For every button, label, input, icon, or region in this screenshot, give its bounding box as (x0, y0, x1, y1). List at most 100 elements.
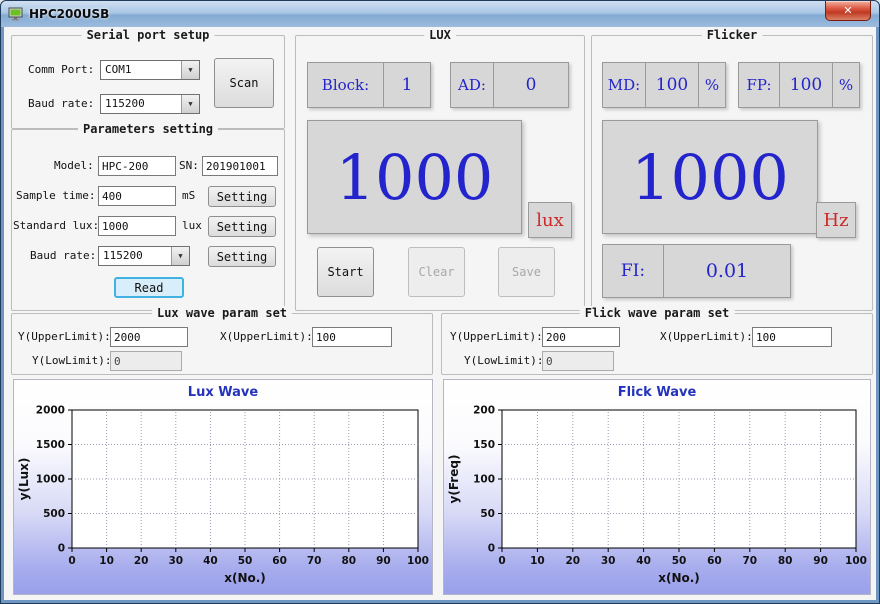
baud-rate-setting-button[interactable]: Setting (208, 246, 276, 267)
lux-y-low-label: Y(LowLimit): (32, 351, 111, 371)
fp-label-cell: FP: (738, 62, 780, 108)
md-unit-cell: % (698, 62, 726, 108)
lux-y-upper-field[interactable] (110, 327, 188, 347)
svg-text:40: 40 (203, 555, 218, 567)
serial-baud-rate-label: Baud rate: (28, 94, 94, 114)
app-window: HPC200USB ✕ Serial port setup Comm Port:… (0, 0, 880, 604)
md-value-cell: 100 (645, 62, 699, 108)
svg-text:100: 100 (473, 474, 495, 486)
lux-wave-param-title: Lux wave param set (152, 306, 292, 320)
serial-baud-rate-select[interactable]: 115200 ▼ (100, 94, 200, 114)
svg-text:500: 500 (43, 508, 65, 520)
svg-text:0: 0 (498, 555, 505, 567)
md-display: MD: 100 % (602, 62, 726, 108)
chevron-down-icon[interactable]: ▼ (181, 61, 199, 79)
close-icon: ✕ (843, 4, 852, 17)
standard-lux-unit: lux (182, 216, 202, 236)
chevron-down-icon[interactable]: ▼ (171, 247, 189, 265)
lux-y-upper-label: Y(UpperLimit): (18, 327, 111, 347)
lux-x-upper-label: X(UpperLimit): (220, 327, 313, 347)
save-button: Save (498, 247, 555, 297)
sample-time-setting-button[interactable]: Setting (208, 186, 276, 207)
svg-text:y(Freq): y(Freq) (447, 455, 461, 504)
model-label: Model: (54, 156, 94, 176)
flick-wave-param-title: Flick wave param set (580, 306, 735, 320)
clear-button: Clear (408, 247, 465, 297)
comm-port-value: COM1 (101, 61, 181, 79)
flicker-group: Flicker MD: 100 % FP: 100 % 1000 Hz FI: … (591, 35, 873, 311)
parameters-group-title: Parameters setting (78, 122, 218, 136)
svg-text:50: 50 (238, 555, 253, 567)
svg-text:150: 150 (473, 439, 495, 451)
flick-wave-plot: 0102030405060708090100050100150200x(No.)… (444, 380, 870, 594)
flick-wave-param-group: Flick wave param set Y(UpperLimit): X(Up… (441, 313, 873, 375)
fp-value-cell: 100 (779, 62, 833, 108)
flicker-group-title: Flicker (702, 28, 763, 42)
sample-time-unit: mS (182, 186, 195, 206)
scan-button[interactable]: Scan (214, 58, 274, 108)
flick-y-low-field (542, 351, 614, 371)
standard-lux-field[interactable] (98, 216, 176, 236)
flick-y-low-label: Y(LowLimit): (464, 351, 543, 371)
chevron-down-icon[interactable]: ▼ (181, 95, 199, 113)
svg-text:80: 80 (778, 555, 793, 567)
parameters-setting-group: Parameters setting Model: SN: Sample tim… (11, 129, 285, 311)
fi-label-cell: FI: (602, 244, 664, 298)
lux-x-upper-field[interactable] (312, 327, 392, 347)
svg-text:y(Lux): y(Lux) (17, 458, 31, 501)
title-bar[interactable]: HPC200USB ✕ (1, 1, 879, 27)
svg-text:200: 200 (473, 405, 495, 417)
comm-port-select[interactable]: COM1 ▼ (100, 60, 200, 80)
serial-baud-rate-value: 115200 (101, 95, 181, 113)
lux-unit-display: lux (528, 202, 572, 238)
svg-text:80: 80 (341, 555, 356, 567)
flick-x-upper-label: X(UpperLimit): (660, 327, 753, 347)
flicker-main-display: 1000 (602, 120, 818, 234)
svg-text:20: 20 (565, 555, 580, 567)
svg-text:0: 0 (68, 555, 75, 567)
svg-text:90: 90 (813, 555, 828, 567)
serial-group-title: Serial port setup (82, 28, 215, 42)
svg-text:90: 90 (376, 555, 391, 567)
sample-time-field[interactable] (98, 186, 176, 206)
svg-text:10: 10 (530, 555, 545, 567)
fi-value-cell: 0.01 (663, 244, 791, 298)
params-baud-rate-select[interactable]: 115200 ▼ (98, 246, 190, 266)
fp-display: FP: 100 % (738, 62, 860, 108)
flick-x-upper-field[interactable] (752, 327, 832, 347)
standard-lux-label: Standard lux: (13, 216, 99, 236)
sample-time-label: Sample time: (16, 186, 95, 206)
flicker-unit-display: Hz (816, 202, 856, 238)
model-field[interactable] (98, 156, 176, 176)
block-value-cell: 1 (383, 62, 431, 108)
lux-y-low-field (110, 351, 182, 371)
flick-y-upper-field[interactable] (542, 327, 620, 347)
params-baud-rate-value: 115200 (99, 247, 171, 265)
svg-text:30: 30 (601, 555, 616, 567)
ad-display: AD: 0 (450, 62, 569, 108)
comm-port-label: Comm Port: (28, 60, 94, 80)
svg-text:0: 0 (58, 543, 65, 555)
block-label-cell: Block: (307, 62, 384, 108)
svg-text:30: 30 (168, 555, 183, 567)
start-button[interactable]: Start (317, 247, 374, 297)
fi-display: FI: 0.01 (602, 244, 791, 298)
read-button[interactable]: Read (114, 277, 184, 298)
lux-wave-plot: 01020304050607080901000500100015002000x(… (14, 380, 432, 594)
svg-text:20: 20 (134, 555, 149, 567)
block-display: Block: 1 (307, 62, 431, 108)
lux-group-title: LUX (424, 28, 456, 42)
lux-main-display: 1000 (307, 120, 522, 234)
lux-group: LUX Block: 1 AD: 0 1000 lux Start Clear … (295, 35, 585, 311)
svg-text:50: 50 (672, 555, 687, 567)
svg-text:x(No.): x(No.) (658, 571, 700, 585)
flick-y-upper-label: Y(UpperLimit): (450, 327, 543, 347)
sn-field[interactable] (202, 156, 278, 176)
svg-text:x(No.): x(No.) (224, 571, 266, 585)
svg-text:40: 40 (636, 555, 651, 567)
svg-text:0: 0 (488, 543, 495, 555)
close-button[interactable]: ✕ (825, 1, 871, 21)
standard-lux-setting-button[interactable]: Setting (208, 216, 276, 237)
svg-text:70: 70 (307, 555, 322, 567)
md-label-cell: MD: (602, 62, 646, 108)
